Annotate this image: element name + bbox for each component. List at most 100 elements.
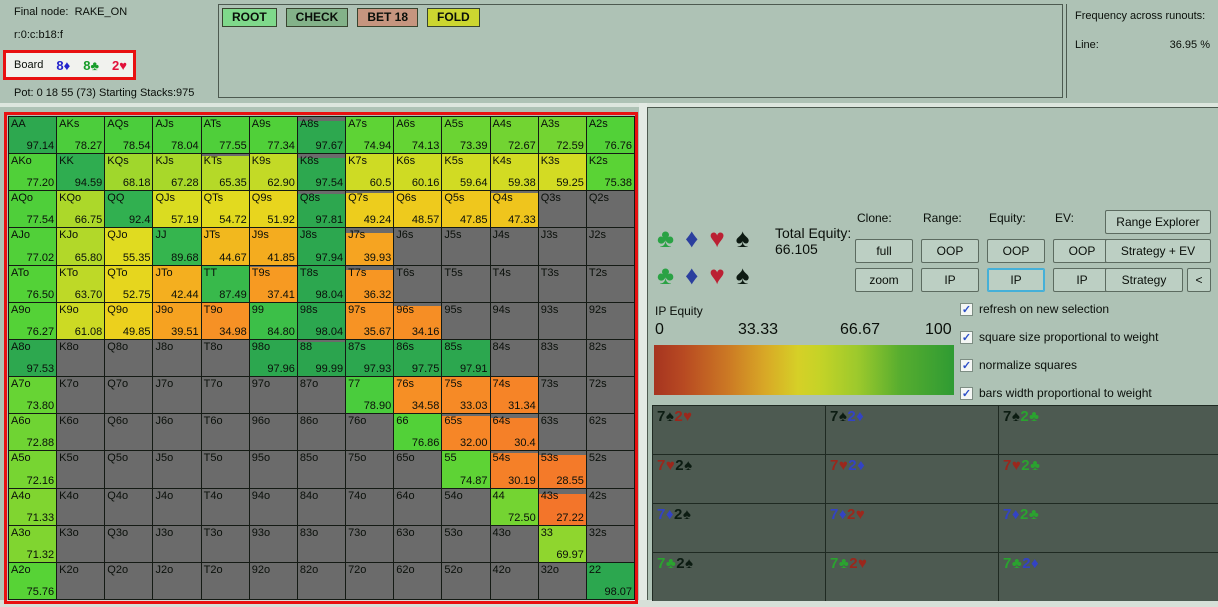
grid-cell-73o[interactable]: 73o xyxy=(346,526,393,562)
grid-cell-j5o[interactable]: J5o xyxy=(153,451,200,487)
grid-cell-j7s[interactable]: J7s39.93 xyxy=(346,228,393,264)
grid-cell-52s[interactable]: 52s xyxy=(587,451,634,487)
grid-cell-64s[interactable]: 64s30.4 xyxy=(491,414,538,450)
grid-cell-a7o[interactable]: A7o73.80 xyxy=(9,377,56,413)
grid-cell-87o[interactable]: 87o xyxy=(298,377,345,413)
grid-cell-72o[interactable]: 72o xyxy=(346,563,393,599)
grid-cell-kts[interactable]: KTs65.35 xyxy=(202,154,249,190)
diamond-icon[interactable]: ♦ xyxy=(685,226,698,250)
grid-cell-63o[interactable]: 63o xyxy=(394,526,441,562)
grid-cell-32o[interactable]: 32o xyxy=(539,563,586,599)
grid-cell-aa[interactable]: AA97.14 xyxy=(9,117,56,153)
heart-icon[interactable]: ♥ xyxy=(709,226,724,250)
grid-cell-k6o[interactable]: K6o xyxy=(57,414,104,450)
grid-cell-t2s[interactable]: T2s xyxy=(587,266,634,302)
grid-cell-j9o[interactable]: J9o39.51 xyxy=(153,303,200,339)
grid-cell-q6o[interactable]: Q6o xyxy=(105,414,152,450)
checkbox-icon[interactable]: ✓ xyxy=(960,359,973,372)
combo-cell-7h2d[interactable]: 7♥2♦ xyxy=(826,455,998,503)
grid-cell-q4o[interactable]: Q4o xyxy=(105,489,152,525)
grid-cell-66[interactable]: 6676.86 xyxy=(394,414,441,450)
grid-cell-54o[interactable]: 54o xyxy=(442,489,489,525)
grid-cell-qts[interactable]: QTs54.72 xyxy=(202,191,249,227)
grid-cell-a3o[interactable]: A3o71.32 xyxy=(9,526,56,562)
grid-cell-k3o[interactable]: K3o xyxy=(57,526,104,562)
grid-cell-k7o[interactable]: K7o xyxy=(57,377,104,413)
grid-cell-82o[interactable]: 82o xyxy=(298,563,345,599)
checkbox-icon[interactable]: ✓ xyxy=(960,387,973,400)
grid-cell-86o[interactable]: 86o xyxy=(298,414,345,450)
grid-cell-88[interactable]: 8899.99 xyxy=(298,340,345,376)
grid-cell-a4o[interactable]: A4o71.33 xyxy=(9,489,56,525)
grid-cell-99[interactable]: 9984.80 xyxy=(250,303,297,339)
grid-cell-ako[interactable]: AKo77.20 xyxy=(9,154,56,190)
grid-cell-q7o[interactable]: Q7o xyxy=(105,377,152,413)
grid-cell-85s[interactable]: 85s97.91 xyxy=(442,340,489,376)
grid-cell-j8s[interactable]: J8s97.94 xyxy=(298,228,345,264)
grid-cell-84o[interactable]: 84o xyxy=(298,489,345,525)
grid-cell-86s[interactable]: 86s97.75 xyxy=(394,340,441,376)
grid-cell-53s[interactable]: 53s28.55 xyxy=(539,451,586,487)
combo-cell-7s2c[interactable]: 7♠2♣ xyxy=(999,406,1218,454)
combo-cell-7d2s[interactable]: 7♦2♠ xyxy=(653,504,825,552)
grid-cell-42s[interactable]: 42s xyxy=(587,489,634,525)
grid-cell-j5s[interactable]: J5s xyxy=(442,228,489,264)
clone-full-button[interactable]: full xyxy=(855,239,913,263)
grid-cell-32s[interactable]: 32s xyxy=(587,526,634,562)
grid-cell-q6s[interactable]: Q6s48.57 xyxy=(394,191,441,227)
grid-cell-q7s[interactable]: Q7s49.24 xyxy=(346,191,393,227)
grid-cell-q3s[interactable]: Q3s xyxy=(539,191,586,227)
grid-cell-j4o[interactable]: J4o xyxy=(153,489,200,525)
grid-cell-q9s[interactable]: Q9s51.92 xyxy=(250,191,297,227)
diamond-icon[interactable]: ♦ xyxy=(685,263,698,287)
grid-cell-t8s[interactable]: T8s98.04 xyxy=(298,266,345,302)
grid-cell-q8o[interactable]: Q8o xyxy=(105,340,152,376)
grid-cell-k4s[interactable]: K4s59.38 xyxy=(491,154,538,190)
combo-cell-7c2d[interactable]: 7♣2♦ xyxy=(999,553,1218,601)
grid-cell-t5s[interactable]: T5s xyxy=(442,266,489,302)
grid-cell-t6s[interactable]: T6s xyxy=(394,266,441,302)
grid-cell-97s[interactable]: 97s35.67 xyxy=(346,303,393,339)
grid-cell-k5o[interactable]: K5o xyxy=(57,451,104,487)
grid-cell-43s[interactable]: 43s27.22 xyxy=(539,489,586,525)
grid-cell-t6o[interactable]: T6o xyxy=(202,414,249,450)
grid-cell-aqo[interactable]: AQo77.54 xyxy=(9,191,56,227)
grid-cell-tt[interactable]: TT87.49 xyxy=(202,266,249,302)
grid-cell-j3s[interactable]: J3s xyxy=(539,228,586,264)
grid-cell-k3s[interactable]: K3s59.25 xyxy=(539,154,586,190)
grid-cell-95o[interactable]: 95o xyxy=(250,451,297,487)
spade-icon[interactable]: ♠ xyxy=(736,263,750,287)
grid-cell-ato[interactable]: ATo76.50 xyxy=(9,266,56,302)
grid-cell-k9s[interactable]: K9s62.90 xyxy=(250,154,297,190)
grid-cell-j2s[interactable]: J2s xyxy=(587,228,634,264)
grid-cell-83s[interactable]: 83s xyxy=(539,340,586,376)
grid-cell-k7s[interactable]: K7s60.5 xyxy=(346,154,393,190)
grid-cell-jj[interactable]: JJ89.68 xyxy=(153,228,200,264)
grid-cell-kk[interactable]: KK94.59 xyxy=(57,154,104,190)
ev-ip-button[interactable]: IP xyxy=(1053,268,1111,292)
grid-cell-94s[interactable]: 94s xyxy=(491,303,538,339)
grid-cell-87s[interactable]: 87s97.93 xyxy=(346,340,393,376)
grid-cell-93s[interactable]: 93s xyxy=(539,303,586,339)
grid-cell-72s[interactable]: 72s xyxy=(587,377,634,413)
grid-cell-t2o[interactable]: T2o xyxy=(202,563,249,599)
grid-cell-j6s[interactable]: J6s xyxy=(394,228,441,264)
checkbox-bars-width-proportional-to-weight[interactable]: ✓bars width proportional to weight xyxy=(960,386,1152,400)
grid-cell-54s[interactable]: 54s30.19 xyxy=(491,451,538,487)
grid-cell-k8s[interactable]: K8s97.54 xyxy=(298,154,345,190)
grid-cell-96o[interactable]: 96o xyxy=(250,414,297,450)
grid-cell-qjs[interactable]: QJs57.19 xyxy=(153,191,200,227)
grid-cell-j6o[interactable]: J6o xyxy=(153,414,200,450)
range-explorer-button[interactable]: Range Explorer xyxy=(1105,210,1211,234)
grid-cell-84s[interactable]: 84s xyxy=(491,340,538,376)
grid-cell-98o[interactable]: 98o97.96 xyxy=(250,340,297,376)
grid-cell-a9s[interactable]: A9s77.34 xyxy=(250,117,297,153)
grid-cell-92o[interactable]: 92o xyxy=(250,563,297,599)
grid-cell-92s[interactable]: 92s xyxy=(587,303,634,339)
grid-cell-ajs[interactable]: AJs78.04 xyxy=(153,117,200,153)
grid-cell-aqs[interactable]: AQs78.54 xyxy=(105,117,152,153)
grid-cell-k9o[interactable]: K9o61.08 xyxy=(57,303,104,339)
back-button[interactable]: < xyxy=(1187,268,1211,292)
grid-cell-82s[interactable]: 82s xyxy=(587,340,634,376)
grid-cell-43o[interactable]: 43o xyxy=(491,526,538,562)
